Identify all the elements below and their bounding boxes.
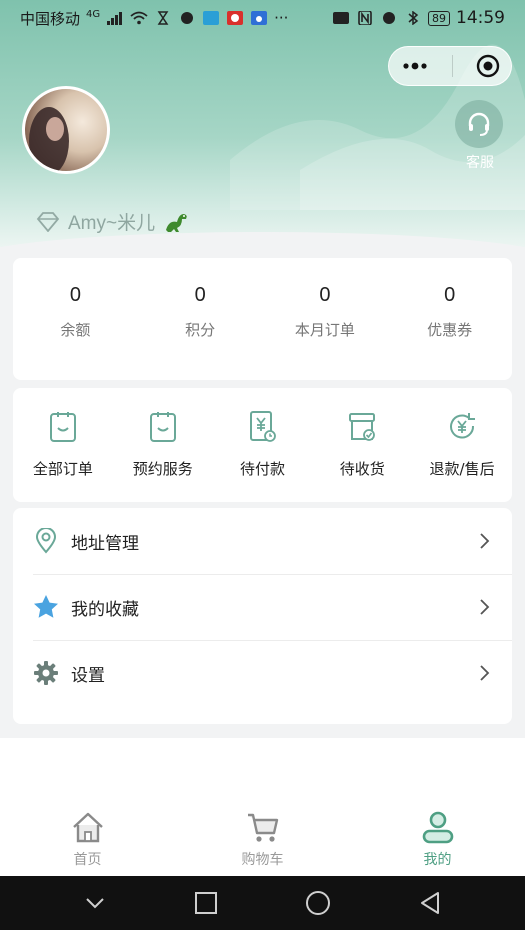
- capsule-divider: [451, 55, 453, 77]
- menu-label: 设置: [71, 665, 105, 686]
- content-spacer: [0, 738, 525, 804]
- profile-icon: [422, 811, 453, 844]
- orders-card: 全部订单 预约服务 待付款 待收货 退款/售后: [13, 388, 512, 502]
- home-circle-icon[interactable]: [305, 890, 331, 916]
- chevron-right-icon: [480, 533, 490, 549]
- collapse-chevron-icon[interactable]: [83, 891, 107, 915]
- tab-profile[interactable]: 我的: [350, 804, 525, 876]
- network-label: 4G: [86, 8, 101, 20]
- chevron-right-icon: [480, 665, 490, 681]
- stat-label: 余额: [60, 321, 91, 339]
- menu-label: 我的收藏: [71, 599, 139, 620]
- recents-square-icon[interactable]: [194, 891, 218, 915]
- diamond-icon: [36, 211, 60, 232]
- bottom-tab-bar: 首页 购物车 我的: [0, 804, 525, 876]
- bluetooth-icon: [408, 11, 419, 25]
- stat-value: 0: [194, 284, 206, 306]
- customer-service-label: 客服: [466, 155, 494, 171]
- stat-balance[interactable]: 0 余额: [13, 258, 138, 380]
- order-label: 全部订单: [32, 460, 93, 478]
- app-notification-icon: [181, 12, 194, 24]
- settings-menu: 地址管理 我的收藏 设置: [13, 508, 512, 724]
- system-navigation-bar: [0, 876, 525, 930]
- tab-label: 购物车: [241, 852, 284, 868]
- order-pending-delivery-button[interactable]: 待收货: [312, 388, 412, 502]
- menu-settings[interactable]: 设置: [13, 640, 512, 706]
- clock: 14:59: [456, 8, 505, 28]
- order-appointment-button[interactable]: 预约服务: [113, 388, 213, 502]
- stat-monthly-orders[interactable]: 0 本月订单: [263, 258, 388, 380]
- carrier-label: 中国移动: [20, 9, 81, 28]
- nfc-icon: [358, 11, 372, 25]
- nickname: Amy~米儿: [68, 213, 156, 234]
- alarm-icon: [383, 12, 395, 24]
- status-bar: 中国移动 4G ··· 89 14:59: [0, 0, 525, 36]
- stat-points[interactable]: 0 积分: [138, 258, 263, 380]
- more-notifications: ···: [274, 9, 289, 27]
- order-label: 退款/售后: [429, 460, 495, 478]
- chevron-right-icon: [480, 599, 490, 615]
- order-pending-payment-button[interactable]: 待付款: [213, 388, 313, 502]
- order-refund-button[interactable]: 退款/售后: [412, 388, 512, 502]
- battery-level: 89: [428, 10, 450, 26]
- signal-icon: [107, 12, 123, 25]
- payment-pending-icon: [250, 411, 277, 442]
- menu-address[interactable]: 地址管理: [13, 508, 512, 574]
- stat-value: 0: [69, 284, 81, 306]
- tab-cart[interactable]: 购物车: [175, 804, 350, 876]
- gear-icon: [33, 660, 59, 686]
- hourglass-icon: [157, 11, 169, 25]
- stat-label: 积分: [185, 321, 216, 339]
- stat-value: 0: [444, 284, 456, 306]
- star-icon: [33, 594, 59, 620]
- menu-favorites[interactable]: 我的收藏: [13, 574, 512, 640]
- delivery-pending-icon: [349, 413, 376, 441]
- headset-icon: [468, 112, 490, 136]
- stat-label: 本月订单: [294, 321, 355, 339]
- order-list-icon: [49, 412, 76, 442]
- stats-card: 0 余额 0 积分 0 本月订单 0 优惠券: [13, 258, 512, 380]
- hd-icon: [333, 12, 349, 24]
- tab-home[interactable]: 首页: [0, 804, 175, 876]
- customer-service-badge: [455, 100, 503, 148]
- tab-label: 我的: [423, 852, 452, 868]
- refund-icon: [450, 413, 476, 439]
- menu-label: 地址管理: [71, 533, 139, 554]
- profile-header: 中国移动 4G ··· 89 14:59 客服 Amy~米儿: [0, 0, 525, 250]
- dinosaur-emoji-icon: [166, 213, 187, 232]
- close-miniprogram-icon[interactable]: [476, 54, 500, 78]
- avatar-photo: [29, 107, 69, 171]
- order-all-button[interactable]: 全部订单: [13, 388, 113, 502]
- miniprogram-capsule: [388, 46, 512, 86]
- order-label: 待收货: [339, 460, 385, 478]
- cart-icon: [247, 813, 278, 842]
- appointment-icon: [149, 412, 176, 442]
- home-icon: [72, 812, 103, 843]
- order-label: 预约服务: [132, 460, 193, 478]
- avatar[interactable]: [22, 86, 110, 174]
- wifi-icon: [130, 11, 148, 25]
- nickname-row: Amy~米儿: [36, 208, 189, 235]
- tab-label: 首页: [73, 852, 102, 868]
- bank-app-icon: [227, 11, 244, 25]
- stat-coupons[interactable]: 0 优惠券: [387, 258, 512, 380]
- more-options-icon[interactable]: [401, 61, 429, 71]
- stat-label: 优惠券: [427, 321, 473, 339]
- customer-service-button[interactable]: 客服: [455, 100, 505, 172]
- stat-value: 0: [319, 284, 331, 306]
- baidu-app-icon: [251, 11, 268, 25]
- back-triangle-icon[interactable]: [418, 891, 442, 915]
- boss-app-icon: [203, 11, 220, 25]
- location-pin-icon: [33, 528, 59, 554]
- order-label: 待付款: [239, 460, 285, 478]
